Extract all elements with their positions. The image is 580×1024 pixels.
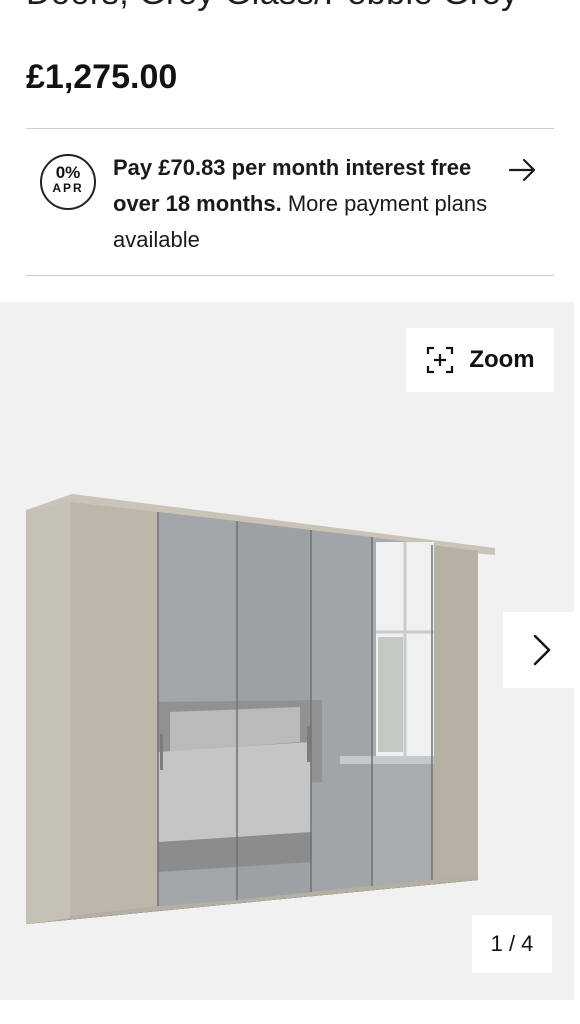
arrow-right-icon[interactable] bbox=[506, 154, 538, 186]
finance-text: Pay £70.83 per month interest free over … bbox=[113, 150, 493, 258]
product-image-gallery[interactable] bbox=[0, 302, 580, 1000]
product-image bbox=[26, 494, 495, 924]
zoom-label: Zoom bbox=[469, 346, 535, 373]
zoom-button[interactable]: Zoom bbox=[406, 328, 554, 392]
apr-badge-percent: 0% bbox=[55, 163, 81, 182]
apr-badge-label: APR bbox=[52, 181, 84, 195]
divider-top bbox=[26, 128, 554, 129]
image-counter: 1 / 4 bbox=[472, 915, 552, 973]
product-price: £1,275.00 bbox=[26, 58, 178, 96]
zoom-expand-icon bbox=[427, 346, 454, 374]
next-image-button[interactable] bbox=[503, 612, 580, 688]
chevron-right-icon bbox=[533, 634, 550, 666]
divider-bottom bbox=[26, 275, 554, 276]
apr-badge-icon: 0% APR bbox=[40, 154, 96, 210]
product-title-partial: Doors, Grey Glass/Pebble Grey bbox=[26, 0, 519, 13]
gallery-edge bbox=[574, 302, 580, 1000]
